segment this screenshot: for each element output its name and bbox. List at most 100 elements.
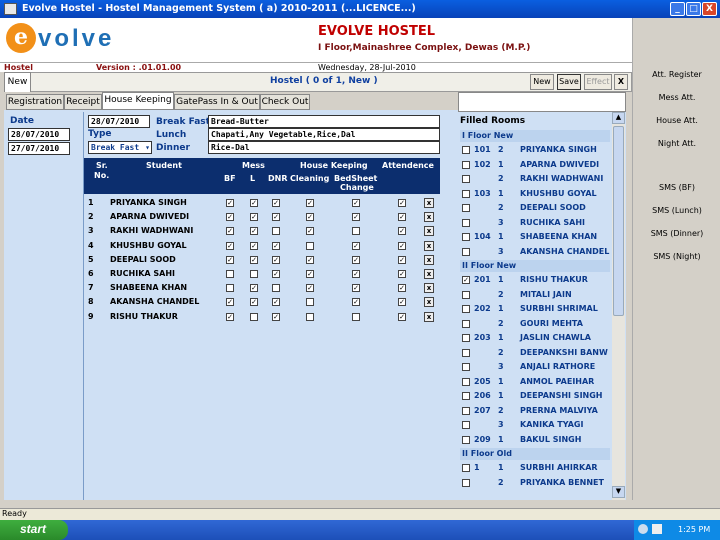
att-checkbox[interactable]: ✓ [398, 213, 406, 222]
minimize-button[interactable]: _ [670, 2, 685, 16]
form-close-button[interactable]: X [614, 74, 628, 90]
room-list-item[interactable]: 203 1 JASLIN CHAWLA [458, 332, 610, 344]
cleaning-checkbox[interactable]: ✓ [306, 227, 314, 236]
room-checkbox[interactable] [462, 175, 470, 183]
room-list-item[interactable]: 207 2 PRERNA MALVIYA [458, 405, 610, 417]
room-checkbox[interactable] [462, 247, 470, 256]
dnr-checkbox[interactable]: ✓ [272, 255, 280, 264]
start-button[interactable]: start [0, 520, 68, 540]
room-checkbox[interactable] [462, 478, 470, 487]
bf-checkbox[interactable]: ✓ [226, 213, 234, 222]
room-checkbox[interactable] [462, 334, 470, 342]
remove-row-button[interactable]: x [424, 311, 434, 322]
dinner-field[interactable]: Rice-Dal [208, 141, 440, 154]
l-checkbox[interactable]: ✓ [250, 284, 258, 293]
room-list-item[interactable]: 3 ANJALI RATHORE [458, 361, 610, 373]
mess-att-button[interactable]: Mess Att. [633, 87, 720, 109]
att-checkbox[interactable]: ✓ [398, 284, 406, 293]
dnr-checkbox[interactable]: ✓ [272, 270, 280, 278]
cleaning-checkbox[interactable]: ✓ [306, 270, 314, 278]
scroll-down-icon[interactable]: ▼ [612, 486, 625, 498]
room-list-item[interactable]: 2 MITALI JAIN [458, 289, 610, 301]
att-checkbox[interactable]: ✓ [398, 199, 406, 207]
bedsheet-checkbox[interactable]: ✓ [352, 213, 360, 222]
room-list-item[interactable]: 104 1 SHABEENA KHAN [458, 231, 610, 243]
att-checkbox[interactable]: ✓ [398, 227, 406, 236]
room-list-item[interactable]: 202 1 SURBHI SHRIMAL [458, 303, 610, 315]
bf-checkbox[interactable]: ✓ [226, 227, 234, 236]
menu-date-field[interactable]: 28/07/2010 [88, 115, 150, 128]
dnr-checkbox[interactable] [272, 227, 280, 236]
l-checkbox[interactable]: ✓ [250, 213, 258, 222]
room-list-item[interactable]: 209 1 BAKUL SINGH [458, 434, 610, 446]
room-list-item[interactable]: 206 1 DEEPANSHI SINGH [458, 390, 610, 402]
bedsheet-checkbox[interactable]: ✓ [352, 284, 360, 293]
cleaning-checkbox[interactable]: ✓ [306, 255, 314, 264]
room-list-item[interactable]: 2 RAKHI WADHWANI [458, 173, 610, 185]
l-checkbox[interactable]: ✓ [250, 298, 258, 307]
room-checkbox[interactable]: ✓ [462, 276, 470, 284]
maximize-button[interactable]: □ [686, 2, 701, 16]
dnr-checkbox[interactable] [272, 284, 280, 293]
sms-bf-button[interactable]: SMS (BF) [633, 177, 720, 199]
bedsheet-checkbox[interactable] [352, 227, 360, 236]
room-checkbox[interactable] [462, 435, 470, 444]
room-checkbox[interactable] [462, 218, 470, 227]
room-list-item[interactable]: 3 KANIKA TYAGI [458, 419, 610, 431]
remove-row-button[interactable]: x [424, 212, 434, 223]
room-list-item[interactable]: 2 GOURI MEHTA [458, 318, 610, 330]
sms-lunch-button[interactable]: SMS (Lunch) [633, 200, 720, 222]
bf-checkbox[interactable]: ✓ [226, 199, 234, 207]
filled-rooms-scrollbar[interactable]: ▲ ▼ [612, 112, 625, 500]
l-checkbox[interactable]: ✓ [250, 199, 258, 207]
room-checkbox[interactable] [462, 146, 470, 154]
l-checkbox[interactable]: ✓ [250, 255, 258, 264]
l-checkbox[interactable] [250, 312, 258, 321]
remove-row-button[interactable]: x [424, 283, 434, 294]
bf-checkbox[interactable]: ✓ [226, 298, 234, 307]
cleaning-checkbox[interactable]: ✓ [306, 213, 314, 222]
att-checkbox[interactable]: ✓ [398, 298, 406, 307]
bf-checkbox[interactable]: ✓ [226, 312, 234, 321]
att-checkbox[interactable]: ✓ [398, 312, 406, 321]
dnr-checkbox[interactable]: ✓ [272, 241, 280, 250]
remove-row-button[interactable]: x [424, 240, 434, 251]
night-att-button[interactable]: Night Att. [633, 133, 720, 155]
att-register-button[interactable]: Att. Register [633, 64, 720, 86]
room-checkbox[interactable] [462, 233, 470, 241]
room-checkbox[interactable] [462, 160, 470, 169]
dnr-checkbox[interactable]: ✓ [272, 199, 280, 207]
effect-button[interactable]: Effect [584, 74, 612, 90]
bf-checkbox[interactable]: ✓ [226, 241, 234, 250]
date-list-item[interactable]: 27/07/2010 [8, 142, 70, 155]
room-checkbox[interactable] [462, 406, 470, 415]
cleaning-checkbox[interactable]: ✓ [306, 284, 314, 293]
remove-row-button[interactable]: x [424, 254, 434, 265]
cleaning-checkbox[interactable]: ✓ [306, 199, 314, 207]
dnr-checkbox[interactable]: ✓ [272, 298, 280, 307]
room-list-item[interactable]: 205 1 ANMOL PAEIHAR [458, 376, 610, 388]
room-list-item[interactable]: 103 1 KHUSHBU GOYAL [458, 188, 610, 200]
bedsheet-checkbox[interactable]: ✓ [352, 255, 360, 264]
dnr-checkbox[interactable]: ✓ [272, 312, 280, 321]
sms-dinner-button[interactable]: SMS (Dinner) [633, 223, 720, 245]
remove-row-button[interactable]: x [424, 226, 434, 237]
remove-row-button[interactable]: x [424, 198, 434, 208]
room-list-item[interactable]: 2 DEEPALI SOOD [458, 202, 610, 214]
room-checkbox[interactable] [462, 377, 470, 386]
room-list-item[interactable]: 2 PRIYANKA BENNET [458, 477, 610, 489]
room-list-item[interactable]: 2 DEEPANKSHI BANW [458, 347, 610, 359]
room-list-item[interactable]: 102 1 APARNA DWIVEDI [458, 159, 610, 171]
att-checkbox[interactable]: ✓ [398, 255, 406, 264]
bf-checkbox[interactable] [226, 284, 234, 293]
tab-house-keeping[interactable]: House Keeping [102, 92, 174, 110]
house-att-button[interactable]: House Att. [633, 110, 720, 132]
remove-row-button[interactable]: x [424, 269, 434, 279]
att-checkbox[interactable]: ✓ [398, 241, 406, 250]
tab-gatepass[interactable]: GatePass In & Out [174, 94, 260, 110]
type-select[interactable]: Break Fast ▾ [88, 141, 152, 154]
room-checkbox[interactable] [462, 348, 470, 357]
bf-checkbox[interactable]: ✓ [226, 255, 234, 264]
room-checkbox[interactable] [462, 290, 470, 299]
l-checkbox[interactable]: ✓ [250, 241, 258, 250]
